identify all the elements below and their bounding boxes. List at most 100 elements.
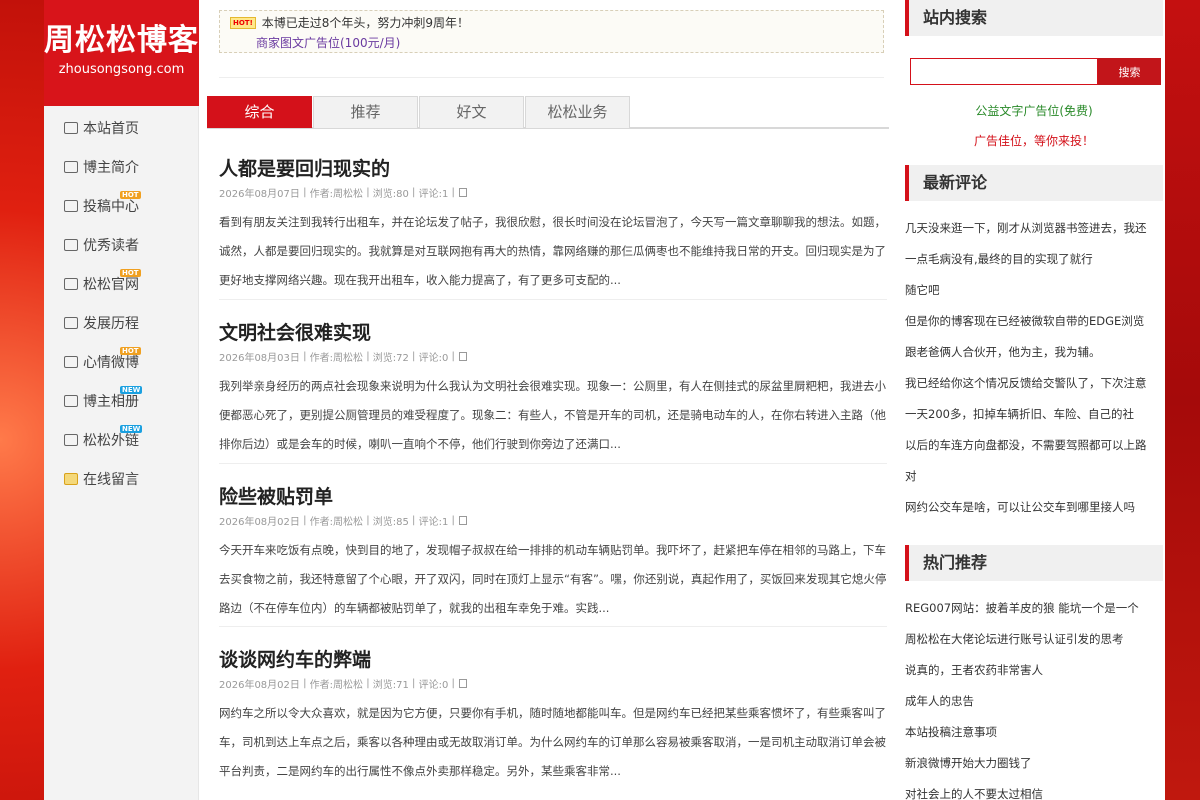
- search-input[interactable]: [910, 58, 1098, 85]
- nav-item[interactable]: 松松官网 HOT: [44, 264, 198, 303]
- post-meta: 2026年08月02日 | 作者:周松松 | 浏览:85 | 评论:1 |: [219, 513, 887, 528]
- monitor-icon: [64, 238, 78, 251]
- monitor-icon: [64, 121, 78, 134]
- comment-item[interactable]: 一天200多，扣掉车辆折旧、车险、自己的社: [905, 399, 1163, 430]
- nav-badge: NEW: [120, 386, 143, 394]
- post-item: 文明社会很难实现 2026年08月03日 | 作者:周松松 | 浏览:72 | …: [219, 321, 887, 464]
- site-logo[interactable]: 周松松博客 zhousongsong.com: [44, 0, 199, 106]
- nav-badge: NEW: [120, 425, 143, 433]
- tab-recommended[interactable]: 推荐: [313, 96, 418, 128]
- nav-item[interactable]: 博主简介: [44, 147, 198, 186]
- search-heading: 站内搜索: [905, 0, 1163, 36]
- tab-all[interactable]: 综合: [207, 96, 312, 128]
- announcement-text: 本博已走过8个年头，努力冲刺9周年！: [261, 16, 470, 30]
- post-comments[interactable]: 评论:1: [419, 513, 449, 528]
- search-button[interactable]: 搜索: [1098, 58, 1161, 85]
- post-excerpt: 网约车之所以令大众喜欢，就是因为它方便，只要你有手机，随时随地都能叫车。但是网约…: [219, 706, 886, 778]
- comment-item[interactable]: 对: [905, 461, 1163, 492]
- category-tabs: 综合 推荐 好文 松松业务: [207, 96, 889, 129]
- post-author: 作者:周松松: [309, 680, 364, 691]
- post-item: 谈谈网约车的弊端 2026年08月02日 | 作者:周松松 | 浏览:71 | …: [219, 648, 887, 800]
- post-date: 2026年08月07日: [219, 189, 300, 200]
- comment-item[interactable]: 网约公交车是啥，可以让公交车到哪里接人吗: [905, 492, 1163, 523]
- post-meta: 2026年08月02日 | 作者:周松松 | 浏览:71 | 评论:0 |: [219, 676, 887, 691]
- nav-item-label: 博主简介: [83, 159, 139, 176]
- post-comments[interactable]: 评论:0: [419, 676, 449, 691]
- nav-badge: HOT: [120, 347, 141, 355]
- nav-item[interactable]: 投稿中心 HOT: [44, 186, 198, 225]
- post-views: 浏览:71: [372, 680, 409, 691]
- image-icon: [458, 188, 467, 197]
- post-author: 作者:周松松: [309, 517, 364, 528]
- users-icon: [64, 394, 78, 407]
- post-date: 2026年08月02日: [219, 680, 300, 691]
- image-icon: [458, 352, 467, 361]
- post-comments[interactable]: 评论:0: [419, 349, 449, 364]
- latest-comments-heading: 最新评论: [905, 165, 1163, 201]
- post-date: 2026年08月03日: [219, 353, 300, 364]
- hot-recommend-list: REG007网站：披着羊皮的狼 能坑一个是一个 周松松在大佬论坛进行账号认证引发的…: [905, 593, 1163, 800]
- nav-item[interactable]: 心情微博 HOT: [44, 342, 198, 381]
- nav-item-label: 在线留言: [83, 471, 139, 488]
- nav-item[interactable]: 本站首页: [44, 108, 198, 147]
- post-title[interactable]: 险些被贴罚单: [219, 485, 887, 509]
- play-icon: [64, 355, 78, 368]
- post-title[interactable]: 文明社会很难实现: [219, 321, 887, 345]
- nav-item[interactable]: 松松外链 NEW: [44, 420, 198, 459]
- announcement-box: HOT! 本博已走过8个年头，努力冲刺9周年！ 商家图文广告位(100元/月): [219, 10, 884, 53]
- hot-icon: HOT!: [230, 16, 256, 29]
- nav-item-label: 发展历程: [83, 315, 139, 332]
- recommend-item[interactable]: 周松松在大佬论坛进行账号认证引发的思考: [905, 624, 1163, 655]
- post-views: 浏览:72: [372, 353, 409, 364]
- right-sidebar: 站内搜索 搜索 公益文字广告位(免费) 广告佳位，等你来投！ 最新评论 几天没来…: [905, 0, 1165, 800]
- nav-item[interactable]: 在线留言: [44, 459, 198, 498]
- post-meta: 2026年08月03日 | 作者:周松松 | 浏览:72 | 评论:0 |: [219, 349, 887, 364]
- divider: [219, 77, 884, 78]
- nav-item[interactable]: 发展历程: [44, 303, 198, 342]
- post-item: 险些被贴罚单 2026年08月02日 | 作者:周松松 | 浏览:85 | 评论…: [219, 485, 887, 627]
- recommend-item[interactable]: 本站投稿注意事项: [905, 717, 1163, 748]
- comment-item[interactable]: 几天没来逛一下，刚才从浏览器书签进去，我还: [905, 213, 1163, 244]
- post-excerpt: 看到有朋友关注到我转行出租车，并在论坛发了帖子，我很欣慰，很长时间没在论坛冒泡了…: [219, 215, 886, 287]
- comment-item[interactable]: 一点毛病没有,最终的目的实现了就行: [905, 244, 1163, 275]
- page-background-right: [1165, 0, 1200, 800]
- ad-slot-link[interactable]: 广告佳位，等你来投！: [905, 132, 1163, 149]
- monitor-icon: [64, 160, 78, 173]
- recommend-item[interactable]: 对社会上的人不要太过相信: [905, 779, 1163, 800]
- recommend-item[interactable]: 说真的，王者农药非常害人: [905, 655, 1163, 686]
- post-author: 作者:周松松: [309, 189, 364, 200]
- nav-item-label: 优秀读者: [83, 237, 139, 254]
- post-item: 人都是要回归现实的 2026年08月07日 | 作者:周松松 | 浏览:80 |…: [219, 157, 887, 300]
- mail-icon: [64, 472, 78, 485]
- recommend-item[interactable]: 成年人的忠告: [905, 686, 1163, 717]
- tab-good-articles[interactable]: 好文: [419, 96, 524, 128]
- book-icon: [64, 199, 78, 212]
- hot-recommend-heading: 热门推荐: [905, 545, 1163, 581]
- recommend-item[interactable]: 新浪微博开始大力圈钱了: [905, 748, 1163, 779]
- comment-item[interactable]: 跟老爸俩人合伙开，他为主，我为辅。: [905, 337, 1163, 368]
- nav-item[interactable]: 优秀读者: [44, 225, 198, 264]
- post-comments[interactable]: 评论:1: [419, 185, 449, 200]
- comment-item[interactable]: 我已经给你这个情况反馈给交警队了，下次注意: [905, 368, 1163, 399]
- ad-link[interactable]: 商家图文广告位(100元/月): [230, 34, 875, 51]
- monitor-icon: [64, 316, 78, 329]
- free-ad-link[interactable]: 公益文字广告位(免费): [905, 102, 1163, 119]
- comment-item[interactable]: 以后的车连方向盘都没，不需要驾照都可以上路: [905, 430, 1163, 461]
- post-date: 2026年08月02日: [219, 517, 300, 528]
- comment-item[interactable]: 但是你的博客现在已经被微软自带的EDGE浏览: [905, 306, 1163, 337]
- comment-item[interactable]: 随它吧: [905, 275, 1163, 306]
- post-views: 浏览:80: [372, 189, 409, 200]
- search-form: 搜索: [910, 58, 1161, 85]
- laptop-icon: [64, 433, 78, 446]
- post-title[interactable]: 谈谈网约车的弊端: [219, 648, 887, 672]
- recommend-item[interactable]: REG007网站：披着羊皮的狼 能坑一个是一个: [905, 593, 1163, 624]
- latest-comments-list: 几天没来逛一下，刚才从浏览器书签进去，我还 一点毛病没有,最终的目的实现了就行 随它…: [905, 213, 1163, 523]
- post-title[interactable]: 人都是要回归现实的: [219, 157, 887, 181]
- image-icon: [458, 679, 467, 688]
- post-excerpt: 今天开车来吃饭有点晚，快到目的地了，发现帽子叔叔在给一排排的机动车辆贴罚单。我吓…: [219, 543, 887, 615]
- post-views: 浏览:85: [372, 517, 409, 528]
- nav-item[interactable]: 博主相册 NEW: [44, 381, 198, 420]
- nav-item-label: 本站首页: [83, 120, 139, 137]
- left-sidebar: 周松松博客 zhousongsong.com 本站首页博主简介投稿中心 HOT 优秀…: [44, 0, 199, 800]
- tab-business[interactable]: 松松业务: [525, 96, 630, 128]
